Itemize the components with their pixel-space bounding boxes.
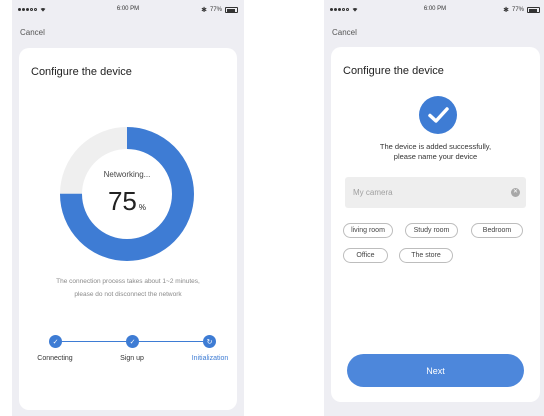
battery-icon	[225, 7, 238, 13]
progress-stepper: ✓ ✓ ↻ Connecting Sign up Initialization	[37, 335, 228, 375]
page-title: Configure the device	[31, 66, 132, 78]
networking-screen: 6:00 PM ✱ 77% Cancel Configure the devic…	[12, 0, 244, 416]
next-button[interactable]: Next	[347, 354, 524, 387]
room-chip-office[interactable]: Office	[343, 248, 388, 263]
hint-text-line1: The connection process takes about 1~2 m…	[56, 278, 200, 285]
name-device-card: Configure the device The device is added…	[331, 47, 540, 402]
step-label-signup: Sign up	[120, 355, 144, 362]
configure-card: Configure the device Networking... 75% T…	[19, 48, 237, 410]
status-bar: 6:00 PM ✱ 77%	[330, 6, 540, 16]
cancel-button[interactable]: Cancel	[20, 28, 45, 37]
step-signup-check-icon: ✓	[126, 335, 139, 348]
clear-input-icon[interactable]: ✕	[511, 188, 520, 197]
device-name-input[interactable]	[345, 177, 526, 208]
hint-text-line2: please do not disconnect the network	[74, 291, 182, 298]
success-message-line2: please name your device	[393, 152, 478, 161]
step-label-connecting: Connecting	[37, 355, 73, 362]
battery-icon	[527, 7, 540, 13]
success-check-icon	[419, 96, 457, 134]
progress-value: 75%	[107, 186, 147, 216]
bluetooth-icon: ✱	[201, 7, 207, 14]
step-connecting-check-icon: ✓	[49, 335, 62, 348]
page-title: Configure the device	[343, 65, 444, 77]
room-chip-living-room[interactable]: living room	[343, 223, 393, 238]
battery-percent: 77%	[511, 7, 524, 13]
progress-unit: %	[138, 203, 147, 212]
battery-percent: 77%	[209, 7, 222, 13]
status-bar: 6:00 PM ✱ 77%	[18, 6, 238, 16]
room-chip-the-store[interactable]: The store	[399, 248, 453, 263]
step-label-initialization: Initialization	[191, 355, 229, 362]
room-chip-study-room[interactable]: Study room	[405, 223, 458, 238]
step-initialization-refresh-icon: ↻	[203, 335, 216, 348]
success-message-line1: The device is added successfully,	[379, 142, 492, 151]
room-chip-bedroom[interactable]: Bedroom	[471, 223, 523, 238]
progress-ring: Networking... 75%	[59, 126, 195, 262]
progress-label: Networking...	[103, 170, 151, 179]
cancel-button[interactable]: Cancel	[332, 28, 357, 37]
bluetooth-icon: ✱	[503, 7, 509, 14]
name-device-screen: 6:00 PM ✱ 77% Cancel Configure the devic…	[324, 0, 544, 416]
